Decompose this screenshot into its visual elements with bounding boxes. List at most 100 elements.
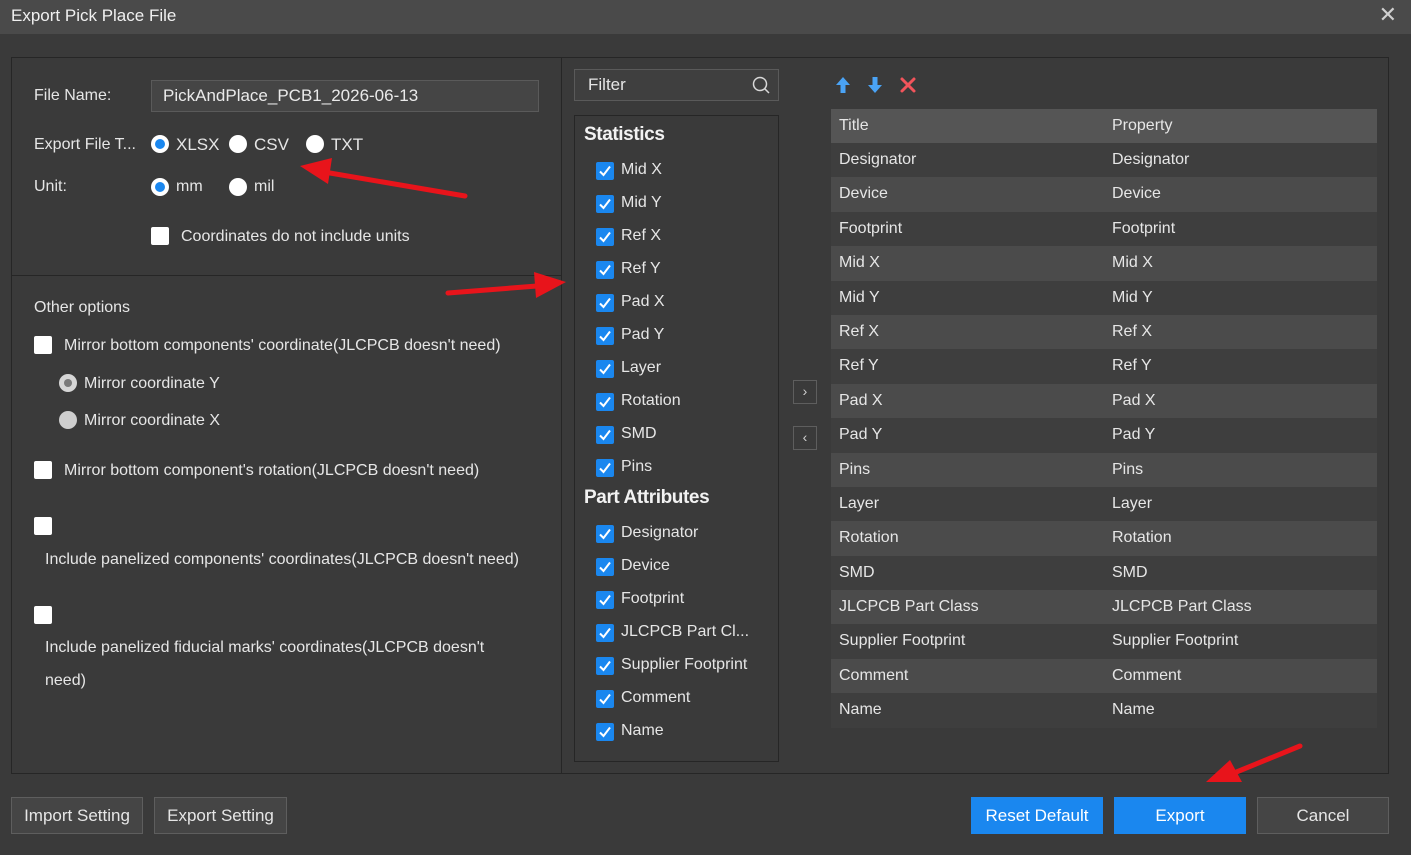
table-cell-property: SMD <box>1112 563 1148 581</box>
cancel-button[interactable]: Cancel <box>1257 797 1389 834</box>
part-attribute-field-label: Device <box>621 557 670 574</box>
table-cell-title: SMD <box>839 563 875 581</box>
no-units-label: Coordinates do not include units <box>181 228 410 245</box>
move-up-icon[interactable] <box>833 75 853 95</box>
table-cell-title: Comment <box>839 666 909 684</box>
unit-label: Unit: <box>34 178 67 195</box>
export-type-radio-txt[interactable] <box>306 135 324 153</box>
export-type-radio-csv[interactable] <box>229 135 247 153</box>
table-row[interactable]: Comment Comment <box>831 658 1377 694</box>
panelized-components-checkbox[interactable] <box>34 517 52 535</box>
filter-input[interactable] <box>575 70 745 100</box>
panelized-fiducial-checkbox[interactable] <box>34 606 52 624</box>
export-type-txt-label: TXT <box>331 135 364 154</box>
search-icon[interactable] <box>752 76 770 94</box>
table-cell-title: Designator <box>839 151 917 168</box>
move-down-icon[interactable] <box>865 75 885 95</box>
statistics-field-checkbox[interactable] <box>596 195 614 213</box>
part-attribute-field-checkbox[interactable] <box>596 525 614 543</box>
export-type-csv-label: CSV <box>254 135 289 154</box>
move-left-button[interactable]: ‹ <box>793 426 817 450</box>
table-row[interactable]: SMD SMD <box>831 555 1377 591</box>
export-type-radio-xlsx[interactable] <box>151 135 169 153</box>
statistics-field-label: Pins <box>621 458 653 475</box>
table-cell-title: Pins <box>839 460 871 478</box>
file-name-input[interactable] <box>151 80 539 112</box>
table-row[interactable]: Rotation Rotation <box>831 521 1377 556</box>
close-icon[interactable]: ✕ <box>1379 4 1397 26</box>
delete-icon[interactable] <box>898 75 918 95</box>
part-attribute-field-checkbox[interactable] <box>596 558 614 576</box>
unit-radio-mm[interactable] <box>151 178 169 196</box>
table-row[interactable]: Pad X Pad X <box>831 383 1377 419</box>
table-row[interactable]: Mid Y Mid Y <box>831 280 1377 315</box>
table-header-title: Title <box>839 117 869 134</box>
export-setting-button[interactable]: Export Setting <box>154 797 287 834</box>
table-row[interactable]: Name Name <box>831 693 1377 728</box>
mirror-rotation-checkbox[interactable] <box>34 461 52 479</box>
statistics-field-checkbox[interactable] <box>596 393 614 411</box>
export-button[interactable]: Export <box>1114 797 1246 834</box>
panel-divider <box>561 57 562 774</box>
part-attribute-field-label: Name <box>621 722 664 739</box>
mirror-rotation-label: Mirror bottom component's rotation(JLCPC… <box>64 462 480 479</box>
table-row[interactable]: Footprint Footprint <box>831 211 1377 247</box>
statistics-field-checkbox[interactable] <box>596 459 614 477</box>
mirror-coordinate-checkbox[interactable] <box>34 336 52 354</box>
mirror-x-label: Mirror coordinate X <box>84 412 221 429</box>
table-cell-property: Rotation <box>1112 529 1172 547</box>
statistics-field-label: Mid Y <box>621 194 662 211</box>
unit-radio-mil[interactable] <box>229 178 247 196</box>
table-cell-title: Layer <box>839 494 880 512</box>
table-row[interactable]: Supplier Footprint Supplier Footprint <box>831 624 1377 659</box>
table-cell-property: Pins <box>1112 460 1144 478</box>
part-attribute-field-checkbox[interactable] <box>596 624 614 642</box>
statistics-field-checkbox[interactable] <box>596 228 614 246</box>
part-attribute-field-checkbox[interactable] <box>596 690 614 708</box>
mirror-y-label: Mirror coordinate Y <box>84 375 220 392</box>
statistics-field-label: Mid X <box>621 161 662 178</box>
statistics-field-checkbox[interactable] <box>596 162 614 180</box>
table-row[interactable]: Designator Designator <box>831 143 1377 178</box>
table-header-row: Title Property <box>831 109 1377 143</box>
window-title: Export Pick Place File <box>11 6 177 25</box>
table-cell-property: Name <box>1112 701 1155 719</box>
table-row[interactable]: Layer Layer <box>831 486 1377 522</box>
table-cell-title: JLCPCB Part Class <box>839 598 979 616</box>
unit-mil-label: mil <box>254 178 275 195</box>
part-attribute-field-label: Comment <box>621 689 691 706</box>
table-row[interactable]: Pad Y Pad Y <box>831 418 1377 453</box>
move-right-button[interactable]: › <box>793 380 817 404</box>
statistics-field-checkbox[interactable] <box>596 261 614 279</box>
import-setting-button[interactable]: Import Setting <box>11 797 143 834</box>
statistics-field-checkbox[interactable] <box>596 360 614 378</box>
part-attribute-field-checkbox[interactable] <box>596 723 614 741</box>
panelized-components-label: Include panelized components' coordinate… <box>45 551 519 568</box>
table-row[interactable]: JLCPCB Part Class JLCPCB Part Class <box>831 590 1377 625</box>
statistics-field-checkbox[interactable] <box>596 294 614 312</box>
file-name-label: File Name: <box>34 87 112 104</box>
table-header-property: Property <box>1112 117 1173 134</box>
panelized-fiducial-label-line1: Include panelized fiducial marks' coordi… <box>45 639 485 656</box>
statistics-field-label: SMD <box>621 425 657 442</box>
table-cell-title: Pad Y <box>839 426 883 444</box>
table-cell-title: Device <box>839 185 888 203</box>
table-row[interactable]: Mid X Mid X <box>831 246 1377 281</box>
export-type-xlsx-label: XLSX <box>176 135 220 154</box>
no-units-checkbox[interactable] <box>151 227 169 245</box>
part-attribute-field-label: JLCPCB Part Cl... <box>621 623 750 640</box>
panelized-fiducial-label-line2: need) <box>45 672 86 689</box>
part-attribute-field-checkbox[interactable] <box>596 657 614 675</box>
statistics-field-label: Ref Y <box>621 260 661 277</box>
reset-default-button[interactable]: Reset Default <box>971 797 1103 834</box>
table-row[interactable]: Ref X Ref X <box>831 314 1377 350</box>
table-row[interactable]: Ref Y Ref Y <box>831 349 1377 384</box>
table-row[interactable]: Pins Pins <box>831 452 1377 487</box>
table-cell-title: Ref X <box>839 322 880 340</box>
statistics-field-checkbox[interactable] <box>596 327 614 345</box>
part-attribute-field-checkbox[interactable] <box>596 591 614 609</box>
statistics-field-checkbox[interactable] <box>596 426 614 444</box>
table-cell-property: Footprint <box>1112 219 1176 237</box>
table-row[interactable]: Device Device <box>831 177 1377 212</box>
statistics-field-label: Pad Y <box>621 326 665 343</box>
